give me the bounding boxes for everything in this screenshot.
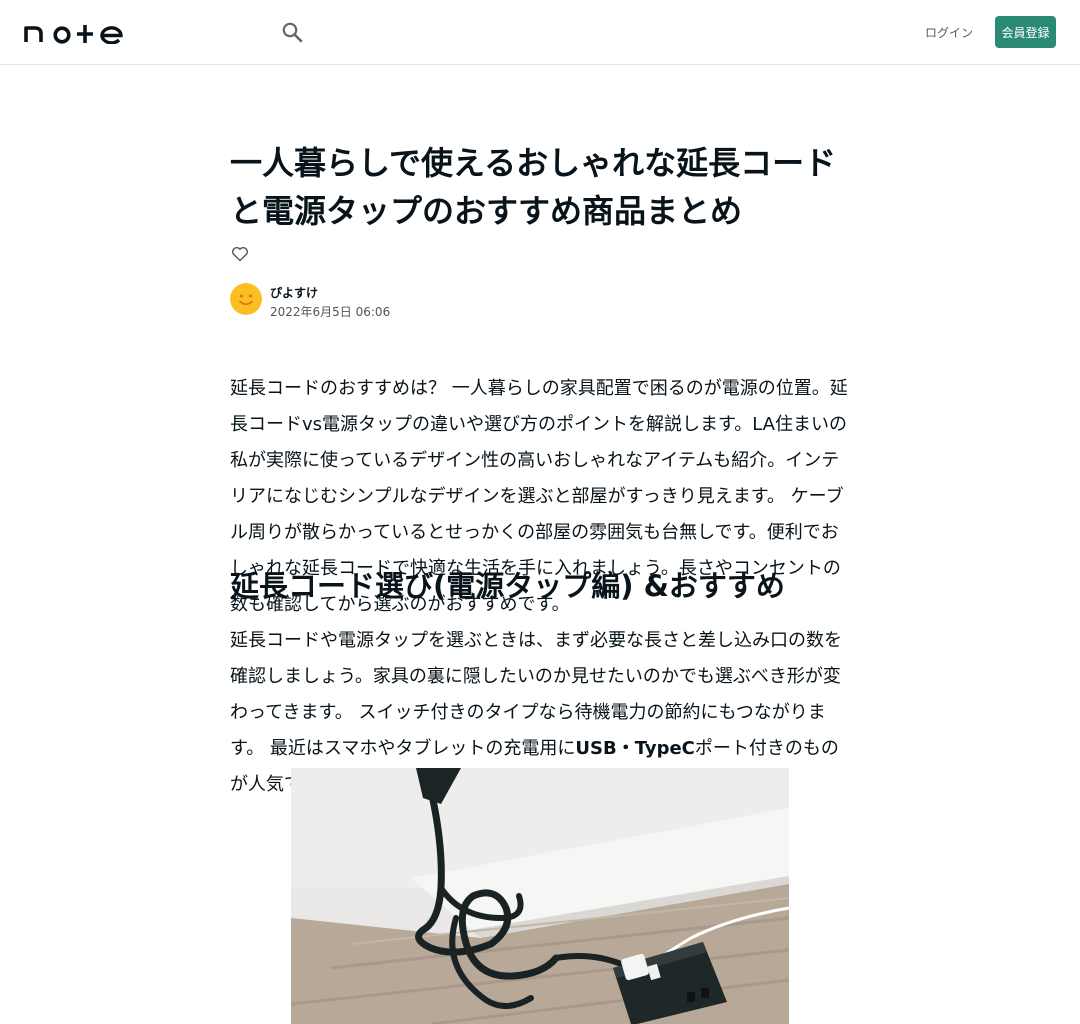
- login-link[interactable]: ログイン: [924, 16, 974, 48]
- article-title: 一人暮らしで使えるおしゃれな延長コードと電源タップのおすすめ商品まとめ: [230, 144, 837, 230]
- search-icon[interactable]: [278, 18, 306, 46]
- post-date: 2022年6月5日 06:06: [270, 305, 391, 319]
- signup-button[interactable]: 会員登録: [995, 16, 1056, 48]
- site-header: ログイン 会員登録: [0, 0, 1080, 65]
- avatar[interactable]: [230, 283, 262, 315]
- author-info[interactable]: ぴよすけ 2022年6月5日 06:06: [230, 283, 530, 319]
- power-strip-photo: [291, 768, 789, 1024]
- author-name[interactable]: ぴよすけ: [270, 284, 318, 301]
- section-text-bold: USB・TypeC: [575, 738, 695, 759]
- heart-icon[interactable]: [230, 244, 250, 264]
- section-heading: 延長コード選び(電源タップ編) &おすすめ: [230, 569, 785, 603]
- note-logo[interactable]: [24, 20, 124, 44]
